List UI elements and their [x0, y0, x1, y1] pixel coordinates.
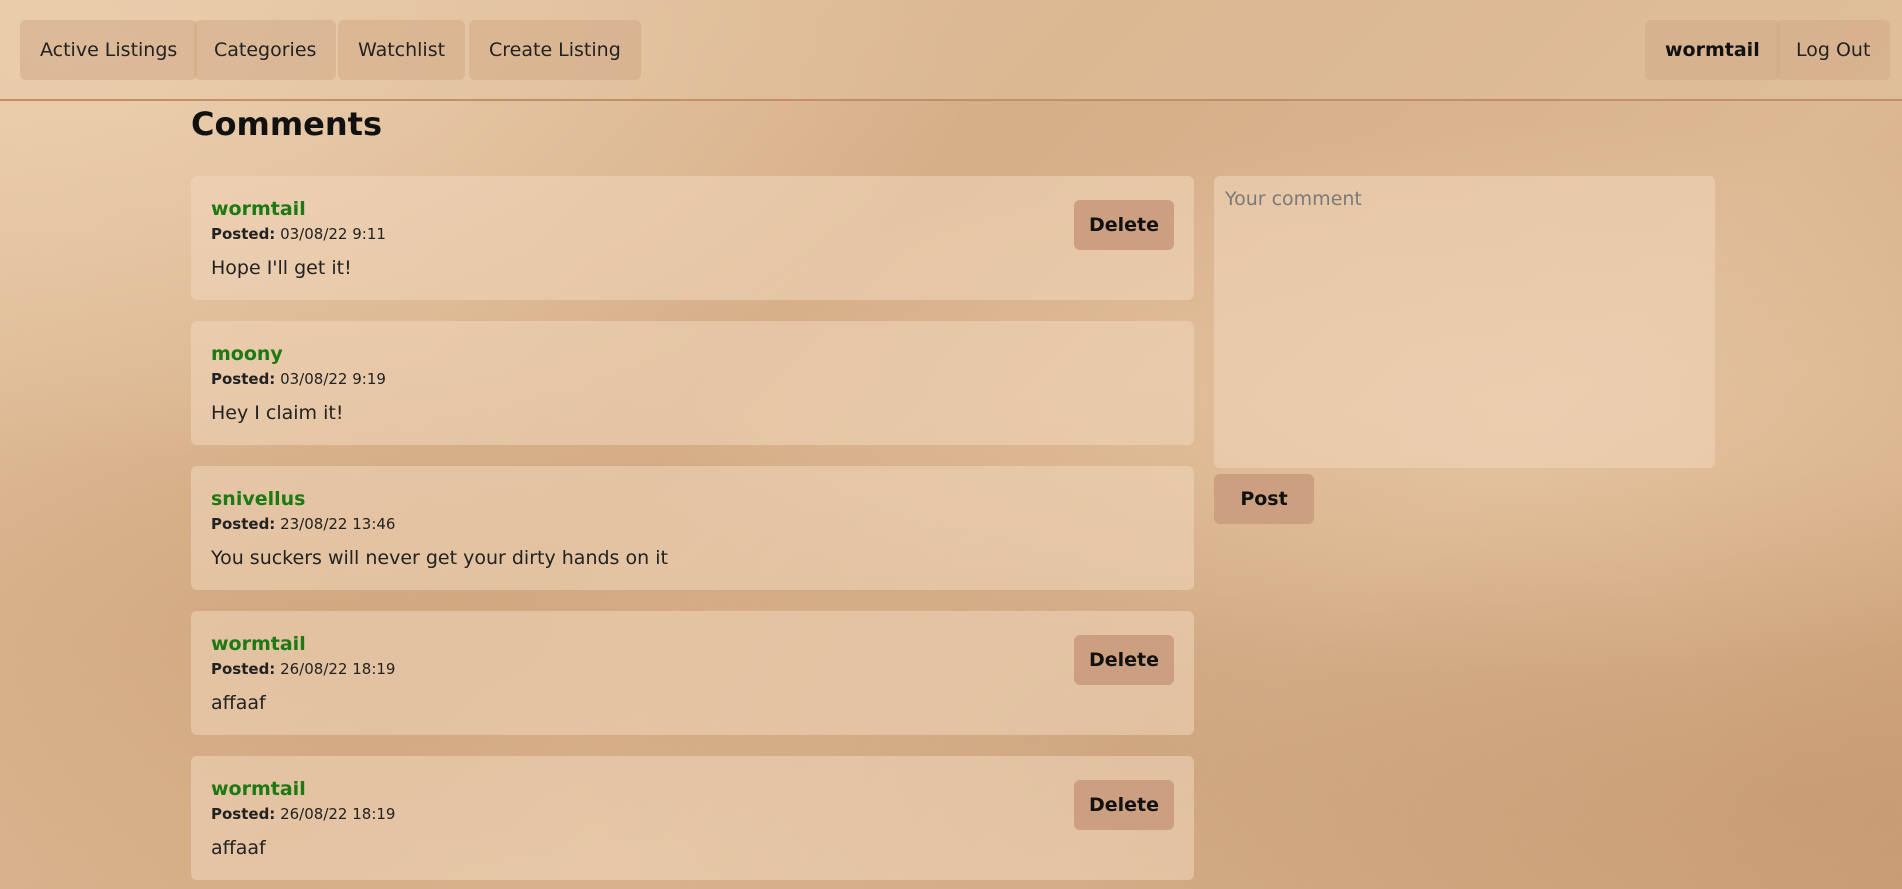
navbar: Active Listings Categories Watchlist Cre… — [0, 0, 1902, 101]
delete-button[interactable]: Delete — [1074, 780, 1174, 830]
comment-card: snivellus Posted: 23/08/22 13:46 You suc… — [191, 466, 1194, 590]
posted-label: Posted: — [211, 660, 276, 678]
nav-active-listings[interactable]: Active Listings — [20, 20, 198, 80]
comment-timestamp: Posted: 26/08/22 18:19 — [211, 805, 395, 823]
posted-value: 26/08/22 18:19 — [280, 805, 396, 823]
comment-text: You suckers will never get your dirty ha… — [211, 547, 668, 569]
nav-watchlist[interactable]: Watchlist — [338, 20, 466, 80]
posted-label: Posted: — [211, 515, 276, 533]
posted-label: Posted: — [211, 225, 276, 243]
nav-username[interactable]: wormtail — [1645, 20, 1780, 80]
comment-card: moony Posted: 03/08/22 9:19 Hey I claim … — [191, 321, 1194, 445]
posted-value: 23/08/22 13:46 — [280, 515, 396, 533]
posted-value: 03/08/22 9:19 — [280, 370, 386, 388]
nav-create-listing[interactable]: Create Listing — [469, 20, 641, 80]
posted-label: Posted: — [211, 370, 276, 388]
posted-value: 26/08/22 18:19 — [280, 660, 396, 678]
comment-author: wormtail — [211, 198, 306, 220]
comment-author: moony — [211, 343, 283, 365]
comment-timestamp: Posted: 03/08/22 9:19 — [211, 370, 386, 388]
comment-text: Hey I claim it! — [211, 402, 344, 424]
posted-label: Posted: — [211, 805, 276, 823]
comment-author: wormtail — [211, 778, 306, 800]
comment-author: wormtail — [211, 633, 306, 655]
delete-button[interactable]: Delete — [1074, 635, 1174, 685]
comment-input[interactable] — [1214, 176, 1715, 468]
posted-value: 03/08/22 9:11 — [280, 225, 386, 243]
post-button[interactable]: Post — [1214, 474, 1314, 524]
page-title: Comments — [191, 105, 382, 143]
nav-categories[interactable]: Categories — [194, 20, 337, 80]
comment-timestamp: Posted: 23/08/22 13:46 — [211, 515, 395, 533]
comment-author: snivellus — [211, 488, 306, 510]
comment-timestamp: Posted: 03/08/22 9:11 — [211, 225, 386, 243]
delete-button[interactable]: Delete — [1074, 200, 1174, 250]
comment-text: affaaf — [211, 837, 266, 859]
comment-card: wormtail Posted: 03/08/22 9:11 Hope I'll… — [191, 176, 1194, 300]
comment-card: wormtail Posted: 26/08/22 18:19 affaaf D… — [191, 756, 1194, 880]
comment-text: affaaf — [211, 692, 266, 714]
nav-logout[interactable]: Log Out — [1776, 20, 1891, 80]
comment-card: wormtail Posted: 26/08/22 18:19 affaaf D… — [191, 611, 1194, 735]
comment-timestamp: Posted: 26/08/22 18:19 — [211, 660, 395, 678]
comment-text: Hope I'll get it! — [211, 257, 352, 279]
